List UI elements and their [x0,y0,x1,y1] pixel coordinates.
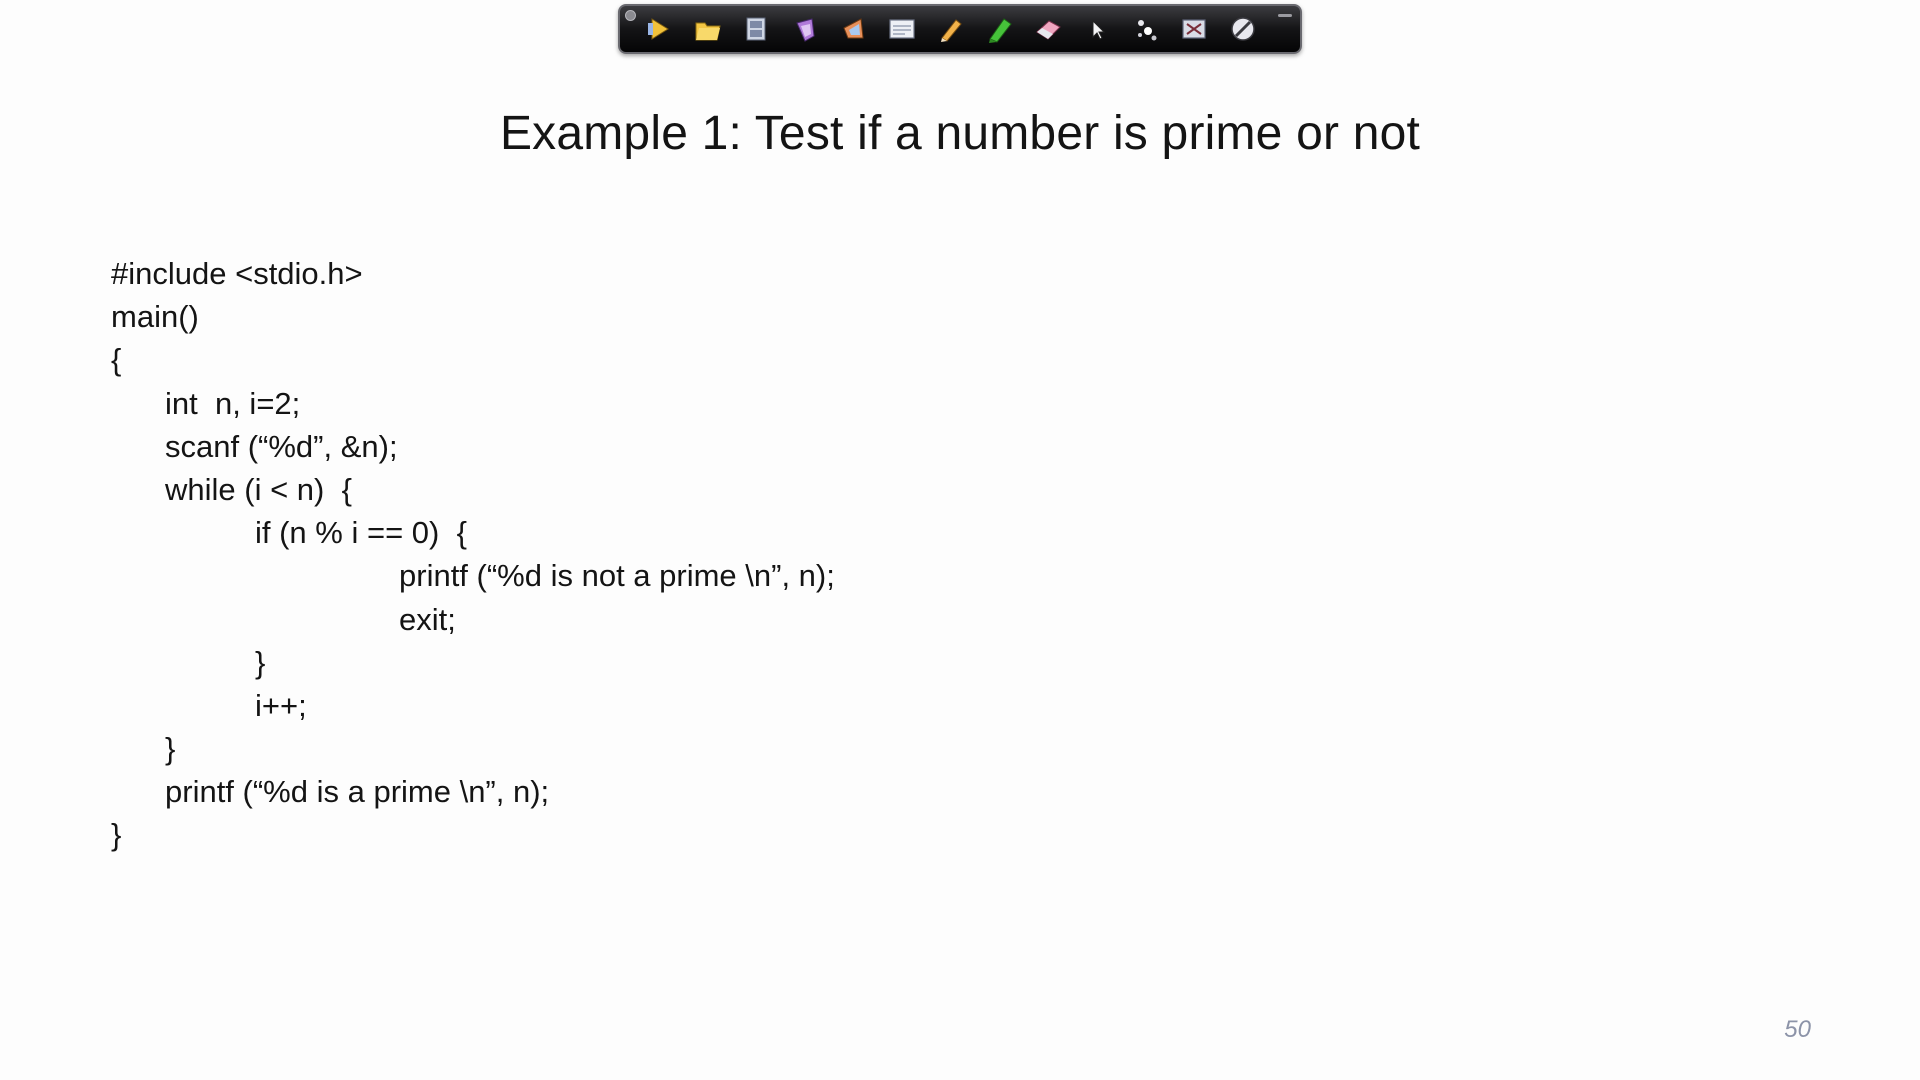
play-slideshow-button[interactable] [642,12,676,46]
no-sign-icon [1231,17,1255,41]
code-line: exit; [399,601,456,637]
code-listing: #include <stdio.h> main() { int n, i=2; scan… [111,252,835,857]
code-line: } [165,731,176,767]
code-line: } [111,817,122,853]
pointer-button[interactable] [1080,12,1114,46]
pencil-icon [940,19,962,42]
toolbar-grip-icon[interactable] [625,10,636,21]
annotation-toolbar [618,4,1302,54]
eraser-button[interactable] [1031,12,1065,46]
slide-title: Example 1: Test if a number is prime or … [499,107,1421,160]
slide-page-number: 50 [1784,1016,1811,1043]
play-arrow-icon [648,18,669,40]
whiteboard-icon [889,19,915,39]
folder-icon [695,22,721,41]
toolbar-collapse-icon[interactable] [1278,14,1292,17]
code-line: { [111,342,122,378]
code-line: main() [111,299,199,335]
code-line: if (n % i == 0) { [255,515,467,551]
clear-screen-button[interactable] [1177,12,1211,46]
clear-screen-icon [1182,19,1206,39]
green-marker-icon [988,18,1012,43]
pen-tool-button[interactable] [934,12,968,46]
film-strip-icon [746,17,766,41]
code-line: #include <stdio.h> [111,256,363,291]
whiteboard-button[interactable] [885,12,919,46]
spotlight-dots-icon [1137,20,1157,41]
cursor-arrow-icon [1092,19,1106,40]
forward-arrow-icon [842,18,864,39]
code-line: int n, i=2; [165,385,301,421]
previous-slide-button[interactable] [788,12,822,46]
code-line: printf (“%d is a prime \n”, n); [165,774,550,810]
code-line: i++; [255,687,307,723]
code-line: scanf (“%d”, &n); [165,428,398,464]
laser-pointer-button[interactable] [1129,12,1163,46]
slides-button[interactable] [739,12,773,46]
code-line: printf (“%d is not a prime \n”, n); [399,558,835,594]
eraser-icon [1036,20,1062,40]
back-arrow-icon [796,18,815,42]
stop-button[interactable] [1226,12,1260,46]
code-line: } [255,644,266,680]
code-line: while (i < n) { [165,471,352,507]
slide: Example 1: Test if a number is prime or … [0,0,1920,1080]
next-slide-button[interactable] [837,12,871,46]
highlighter-button[interactable] [983,12,1017,46]
open-file-button[interactable] [691,12,725,46]
